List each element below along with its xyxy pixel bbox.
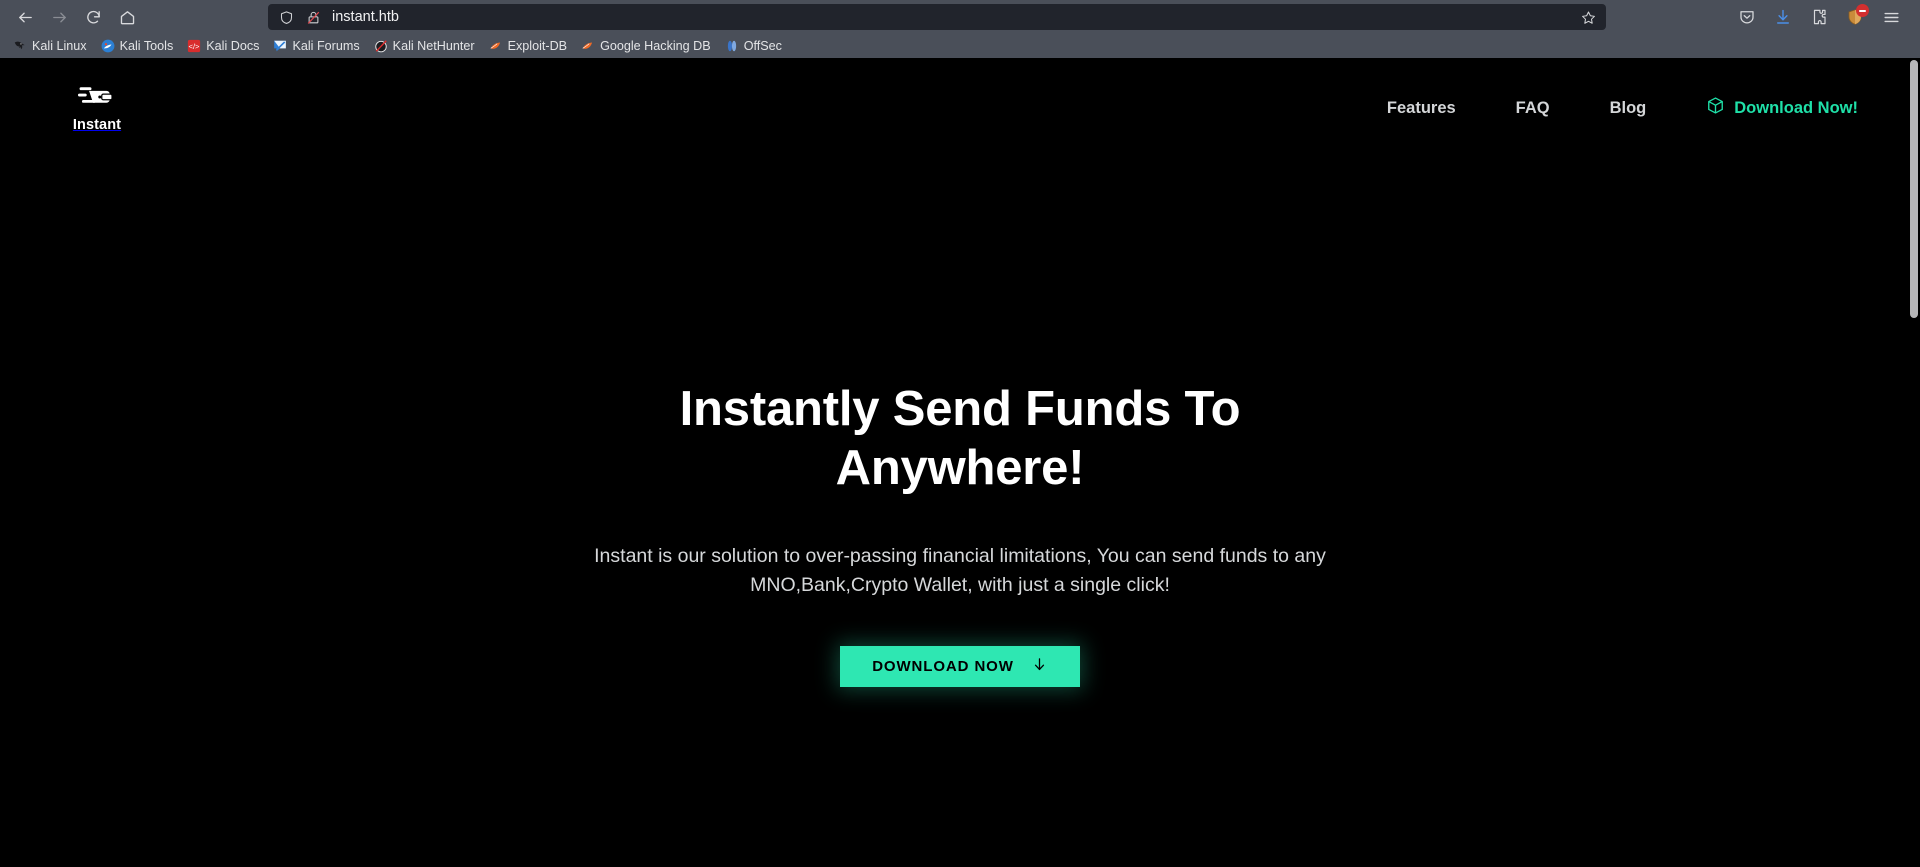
- bookmark-exploit-db[interactable]: Exploit-DB: [482, 36, 575, 57]
- back-button[interactable]: [8, 2, 42, 32]
- bookmark-label: OffSec: [743, 39, 782, 53]
- address-bar[interactable]: instant.htb: [268, 4, 1606, 30]
- forward-button[interactable]: [42, 2, 76, 32]
- site-navigation: Features FAQ Blog Download Now!: [1357, 86, 1858, 130]
- arrow-right-icon: [52, 12, 66, 22]
- scrollbar-thumb[interactable]: [1910, 60, 1918, 318]
- home-button[interactable]: [110, 2, 144, 32]
- arrow-left-icon: [18, 12, 32, 22]
- hero-cta-container: DOWNLOAD NOW: [0, 645, 1920, 687]
- home-icon: [120, 10, 134, 24]
- kali-dragon-icon: [13, 39, 27, 53]
- urlbar-container: instant.htb: [144, 4, 1730, 30]
- bookmark-offsec[interactable]: OffSec: [718, 36, 789, 57]
- bookmark-label: Kali Tools: [119, 39, 174, 53]
- hero-subtitle: Instant is our solution to over-passing …: [594, 544, 1326, 597]
- toolbar-right-icons: [1730, 2, 1912, 32]
- nav-link-faq[interactable]: FAQ: [1486, 89, 1580, 128]
- bookmark-star-icon[interactable]: [1576, 6, 1600, 28]
- hamburger-menu-icon[interactable]: [1874, 2, 1908, 32]
- bookmark-label: Google Hacking DB: [600, 39, 711, 53]
- nav-download-label: Download Now!: [1734, 98, 1858, 117]
- kali-docs-icon: </>: [187, 39, 201, 53]
- bookmarks-bar: Kali Linux Kali Tools </> Kali Docs Kali…: [0, 34, 1920, 58]
- bookmark-kali-nethunter[interactable]: Kali NetHunter: [367, 36, 482, 57]
- brand-name: Instant: [72, 117, 122, 133]
- bookmark-kali-tools[interactable]: Kali Tools: [94, 36, 181, 57]
- hero-section: Instantly Send Funds To Anywhere! Instan…: [0, 158, 1920, 687]
- ublock-disabled-badge: [1856, 4, 1869, 17]
- browser-chrome: instant.htb Kali Linux Kali Tools </> Ka…: [0, 0, 1920, 58]
- reload-icon: [86, 10, 100, 23]
- arrow-down-icon: [1031, 656, 1048, 677]
- bookmark-google-hacking-db[interactable]: Google Hacking DB: [574, 36, 718, 57]
- brand-logo[interactable]: Instant: [60, 83, 134, 133]
- ublock-origin-icon[interactable]: [1838, 2, 1872, 32]
- bookmark-kali-linux[interactable]: Kali Linux: [6, 36, 94, 57]
- download-now-label: DOWNLOAD NOW: [872, 657, 1014, 675]
- nav-link-features[interactable]: Features: [1357, 89, 1486, 128]
- bookmark-kali-docs[interactable]: </> Kali Docs: [180, 36, 266, 57]
- kali-tools-icon: [101, 39, 115, 53]
- bookmark-label: Kali Linux: [32, 39, 87, 53]
- site-header: Instant Features FAQ Blog Download Now!: [0, 58, 1920, 158]
- page-scrollbar[interactable]: [1907, 58, 1920, 867]
- download-now-button[interactable]: DOWNLOAD NOW: [840, 645, 1080, 687]
- kali-nethunter-icon: [374, 39, 388, 53]
- nav-download-now-button[interactable]: Download Now!: [1676, 86, 1858, 130]
- bookmark-label: Kali Forums: [292, 39, 360, 53]
- instant-wallet-speed-logo: [78, 83, 116, 114]
- kali-forums-icon: [273, 39, 287, 53]
- bookmark-label: Exploit-DB: [507, 39, 568, 53]
- reload-button[interactable]: [76, 2, 110, 32]
- exploit-db-icon: [489, 39, 503, 53]
- offsec-icon: [725, 39, 739, 53]
- hero-title: Instantly Send Funds To Anywhere!: [679, 382, 1241, 495]
- bookmark-label: Kali NetHunter: [392, 39, 475, 53]
- google-hacking-db-icon: [581, 39, 595, 53]
- page-viewport: Instant Features FAQ Blog Download Now! …: [0, 58, 1920, 867]
- browser-toolbar: instant.htb: [0, 0, 1920, 34]
- downloads-icon[interactable]: [1766, 2, 1800, 32]
- cube-icon: [1706, 96, 1725, 120]
- lock-crossed-icon[interactable]: [303, 7, 323, 27]
- bookmark-label: Kali Docs: [206, 39, 260, 53]
- pocket-icon[interactable]: [1730, 2, 1764, 32]
- nav-link-blog[interactable]: Blog: [1580, 89, 1677, 128]
- extensions-puzzle-icon[interactable]: [1802, 2, 1836, 32]
- shield-icon[interactable]: [276, 7, 296, 27]
- bookmark-kali-forums[interactable]: Kali Forums: [266, 36, 366, 57]
- svg-text:</>: </>: [189, 42, 201, 51]
- url-text[interactable]: instant.htb: [330, 4, 1569, 30]
